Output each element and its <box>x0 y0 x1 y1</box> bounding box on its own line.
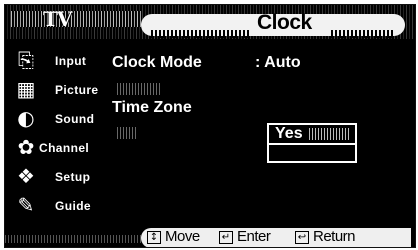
guide-icon: ✎ <box>17 193 35 217</box>
title-noise <box>331 30 395 38</box>
help-bar: ↕ Move ↵ Enter ↩ Return <box>5 227 415 247</box>
brand-label: TV <box>43 7 72 31</box>
title-bar: TV Clock <box>5 5 415 39</box>
menu-item-label: Input <box>55 54 87 68</box>
side-menu: ⎘ Input ▦ Picture ◐ Sound ✿ Channel ❖ Se… <box>5 47 109 221</box>
return-hint: Return <box>313 228 356 245</box>
channel-icon: ✿ <box>17 135 35 159</box>
enter-icon: ↵ <box>219 231 233 244</box>
menu-item-label: Sound <box>55 112 95 126</box>
tv-menu-screen: TV Clock ⎘ Input ▦ Picture ◐ Sound ✿ Cha… <box>4 4 416 248</box>
clock-mode-value[interactable]: : Auto <box>255 54 301 72</box>
help-bar-decoration <box>5 235 141 243</box>
brand-logo <box>11 11 141 27</box>
yes-option[interactable]: Yes <box>275 125 303 143</box>
picture-icon: ▦ <box>16 77 36 101</box>
menu-item-guide[interactable]: ✎ Guide <box>5 192 109 221</box>
enter-hint: Enter <box>237 228 271 245</box>
title-noise <box>151 30 251 38</box>
help-pill: ↕ Move ↵ Enter ↩ Return <box>141 228 411 247</box>
menu-item-channel[interactable]: ✿ Channel <box>5 134 109 163</box>
menu-item-setup[interactable]: ❖ Setup <box>5 163 109 192</box>
input-icon: ⎘ <box>18 48 34 72</box>
menu-item-sound[interactable]: ◐ Sound <box>5 105 109 134</box>
clock-mode-label[interactable]: Clock Mode <box>112 54 202 72</box>
menu-item-label: Setup <box>55 170 91 184</box>
confirm-dialog: Yes <box>267 123 357 163</box>
clock-set-row <box>117 83 161 95</box>
menu-item-label: Guide <box>55 199 92 213</box>
move-hint: Move <box>165 228 200 245</box>
setup-icon: ❖ <box>17 164 35 188</box>
menu-item-label: Channel <box>39 141 90 155</box>
page-title: Clock <box>257 11 312 34</box>
move-icon: ↕ <box>147 231 161 244</box>
return-icon: ↩ <box>295 231 309 244</box>
sound-icon: ◐ <box>17 106 35 130</box>
menu-item-picture[interactable]: ▦ Picture <box>5 76 109 105</box>
dst-row <box>117 127 137 139</box>
menu-item-input[interactable]: ⎘ Input <box>5 47 109 76</box>
dialog-divider <box>269 143 355 145</box>
selection-highlight <box>309 128 349 140</box>
time-zone-label[interactable]: Time Zone <box>112 99 192 117</box>
menu-item-label: Picture <box>55 83 99 97</box>
